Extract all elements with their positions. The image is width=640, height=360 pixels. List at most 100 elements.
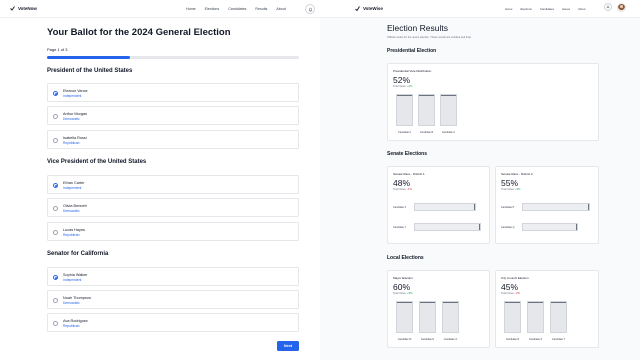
avatar[interactable] xyxy=(617,3,626,12)
nav-candidates[interactable]: Candidates xyxy=(228,7,246,11)
results-brand: VoteWise xyxy=(363,6,383,11)
nav-candidates[interactable]: Candidates xyxy=(540,7,554,11)
row-label: Candidate X xyxy=(393,205,407,209)
mayor-card: Mayor Election 60% Total Votes: +5% Cand… xyxy=(387,270,490,348)
next-button[interactable]: Next xyxy=(277,341,299,351)
option-olivia-bennett[interactable]: Olivia Bennett Democratic xyxy=(47,198,299,217)
card-percentage: 45% xyxy=(501,282,519,292)
vote-bar xyxy=(419,301,436,333)
option-lucas-hayes[interactable]: Lucas Hayes Republican xyxy=(47,222,299,241)
option-noah-thompson[interactable]: Noah Thompson Democratic xyxy=(47,290,299,309)
vote-bar-level xyxy=(397,302,412,303)
ballot-nav-links: Home Elections Candidates Results About xyxy=(186,7,286,11)
nav-about[interactable]: About xyxy=(578,7,585,11)
nav-results[interactable]: Results xyxy=(255,7,267,11)
candidate-party: Republican xyxy=(63,324,80,328)
senate-district-2-card: Senate Race - District 2 55% Total Votes… xyxy=(495,166,599,244)
vote-bar-level xyxy=(505,302,520,303)
total-votes-label: Total Votes: xyxy=(393,188,407,191)
candidate-name: Ethan Carter xyxy=(63,180,85,185)
candidate-name: Olivia Bennett xyxy=(63,203,87,208)
vote-row-bar xyxy=(414,223,481,231)
candidate-party: Independent xyxy=(63,94,82,98)
presidential-heading: Presidential Election xyxy=(387,48,437,54)
candidate-name: Arthur Morgan xyxy=(63,111,88,116)
candidate-party: Republican xyxy=(63,233,80,237)
vote-bar xyxy=(418,94,435,126)
option-ethan-carter[interactable]: Ethan Carter Independent xyxy=(47,175,299,194)
row-label: Candidate P xyxy=(501,205,515,209)
candidate-party: Independent xyxy=(63,186,82,190)
section-senator-heading: Senator for California xyxy=(47,251,109,257)
senate-heading: Senate Elections xyxy=(387,151,428,157)
radio[interactable] xyxy=(53,321,58,326)
radio-selected[interactable] xyxy=(53,275,58,280)
results-navbar: VoteWise Home Elections Candidates Issue… xyxy=(320,0,640,18)
nav-elections[interactable]: Elections xyxy=(205,7,220,11)
vote-bar xyxy=(396,94,413,126)
bar-label: Candidate R xyxy=(505,338,520,341)
candidate-name: Lucas Hayes xyxy=(63,227,85,232)
candidate-name: Isabella Rossi xyxy=(63,135,87,140)
radio[interactable] xyxy=(53,206,58,211)
candidate-name: Ava Rodriguez xyxy=(63,318,88,323)
vote-bar xyxy=(527,301,544,333)
notification-button[interactable] xyxy=(305,4,315,14)
option-eleanor-vance[interactable]: Eleanor Vance Independent xyxy=(47,83,299,102)
ballot-logo[interactable]: VoteNow xyxy=(10,6,37,11)
card-title: City Council Election xyxy=(501,276,529,280)
vote-bar-level xyxy=(419,95,434,96)
card-percentage: 52% xyxy=(393,75,411,85)
bell-icon xyxy=(308,7,312,12)
radio[interactable] xyxy=(53,298,58,303)
checkmark-icon xyxy=(10,6,15,11)
row-label: Candidate Q xyxy=(501,225,515,229)
card-total-votes: Total Votes: +2% xyxy=(393,85,412,88)
nav-home[interactable]: Home xyxy=(186,7,196,11)
ballot-navbar: VoteNow Home Elections Candidates Result… xyxy=(0,0,320,18)
check-icon xyxy=(355,6,360,11)
ballot-app: VoteNow Home Elections Candidates Result… xyxy=(0,0,320,360)
option-isabella-rossi[interactable]: Isabella Rossi Republican xyxy=(47,130,299,149)
option-arthur-morgan[interactable]: Arthur Morgan Democratic xyxy=(47,106,299,125)
nav-home[interactable]: Home xyxy=(505,7,512,11)
candidate-party: Democratic xyxy=(63,117,80,121)
vote-row-bar xyxy=(414,203,476,211)
radio-selected[interactable] xyxy=(53,183,58,188)
local-heading: Local Elections xyxy=(387,255,424,261)
bar-label: Candidate N xyxy=(420,338,435,341)
radio[interactable] xyxy=(53,114,58,119)
vote-bar-level xyxy=(441,95,456,96)
candidate-name: Noah Thompson xyxy=(63,295,92,300)
bar-label: Candidate S xyxy=(528,338,543,341)
card-total-votes: Total Votes: +3% xyxy=(501,188,520,191)
candidate-party: Democratic xyxy=(63,209,80,213)
page-title: Your Ballot for the 2024 General Electio… xyxy=(47,27,231,38)
candidate-name: Eleanor Vance xyxy=(63,88,88,93)
candidate-name: Sophia Walker xyxy=(63,272,88,277)
card-total-votes: Total Votes: -1% xyxy=(393,188,412,191)
card-total-votes: Total Votes: -2% xyxy=(501,292,520,295)
radio[interactable] xyxy=(53,138,58,143)
vote-row-level xyxy=(575,224,577,230)
nav-issues[interactable]: Issues xyxy=(562,7,570,11)
section-president-heading: President of the United States xyxy=(47,68,133,74)
vote-row-bar xyxy=(522,223,578,231)
change-value: -1% xyxy=(407,188,412,191)
row-label: Candidate Y xyxy=(393,225,407,229)
radio-selected[interactable] xyxy=(53,91,58,96)
candidate-party: Independent xyxy=(63,278,82,282)
card-percentage: 60% xyxy=(393,282,411,292)
nav-elections[interactable]: Elections xyxy=(520,7,531,11)
change-value: -2% xyxy=(515,292,520,295)
radio[interactable] xyxy=(53,230,58,235)
results-logo[interactable]: VoteWise xyxy=(355,6,383,11)
option-sophia-walker[interactable]: Sophia Walker Independent xyxy=(47,267,299,286)
bar-label: Candidate C xyxy=(441,131,456,134)
option-ava-rodriguez[interactable]: Ava Rodriguez Republican xyxy=(47,313,299,332)
nav-about[interactable]: About xyxy=(276,7,285,11)
results-title: Election Results xyxy=(387,23,448,33)
notification-button[interactable] xyxy=(604,3,612,11)
progress-bar xyxy=(47,56,299,59)
change-value: +2% xyxy=(407,85,413,88)
